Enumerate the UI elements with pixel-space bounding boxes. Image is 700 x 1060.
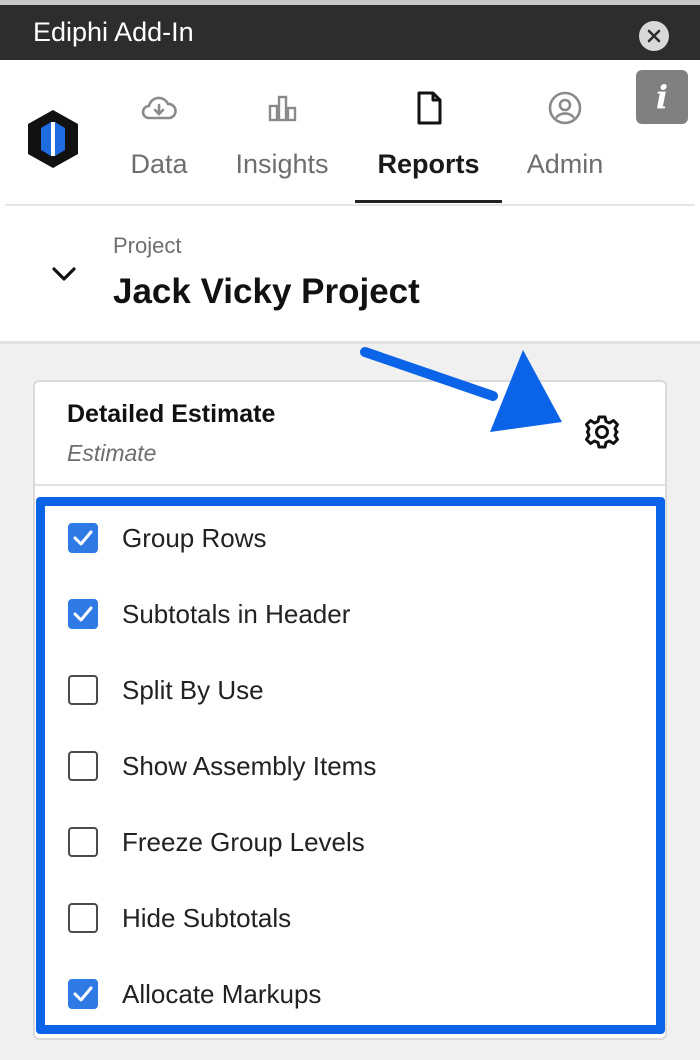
checkbox[interactable] xyxy=(68,599,98,629)
chevron-down-icon[interactable] xyxy=(50,264,78,284)
project-name: Jack Vicky Project xyxy=(113,272,420,311)
report-title: Detailed Estimate xyxy=(67,400,276,428)
option-show-assembly-items[interactable]: Show Assembly Items xyxy=(68,746,376,786)
tab-data-label: Data xyxy=(130,149,188,179)
tab-admin[interactable]: Admin xyxy=(522,88,608,180)
info-button[interactable]: i xyxy=(636,70,688,124)
tab-data[interactable]: Data xyxy=(126,88,192,180)
card-divider xyxy=(35,484,665,486)
tab-insights[interactable]: Insights xyxy=(230,88,334,180)
window-title: Ediphi Add-In xyxy=(33,17,194,47)
tab-reports-label: Reports xyxy=(377,149,480,179)
report-subtitle: Estimate xyxy=(67,440,157,466)
project-selector[interactable]: Project Jack Vicky Project xyxy=(0,206,700,344)
option-label: Split By Use xyxy=(122,674,264,705)
ediphi-logo xyxy=(28,110,78,168)
document-icon xyxy=(417,91,441,125)
checkmark-icon xyxy=(73,986,93,1002)
gear-icon[interactable] xyxy=(583,413,621,451)
annotation-arrow xyxy=(360,347,562,432)
cloud-download-icon xyxy=(141,96,177,120)
checkbox[interactable] xyxy=(68,523,98,553)
report-options-highlight: Group Rows Subtotals in Header Split By … xyxy=(36,497,665,1034)
close-button[interactable] xyxy=(639,21,669,51)
project-label: Project xyxy=(113,233,182,258)
option-label: Allocate Markups xyxy=(122,978,322,1009)
checkmark-icon xyxy=(73,606,93,622)
option-label: Group Rows xyxy=(122,522,267,553)
option-split-by-use[interactable]: Split By Use xyxy=(68,670,264,710)
option-label: Show Assembly Items xyxy=(122,750,377,781)
close-icon xyxy=(647,29,661,43)
report-card: Detailed Estimate Estimate Group Rows Su… xyxy=(33,380,667,1040)
option-subtotals-in-header[interactable]: Subtotals in Header xyxy=(68,594,350,634)
checkbox[interactable] xyxy=(68,751,98,781)
option-allocate-markups[interactable]: Allocate Markups xyxy=(68,974,321,1014)
checkbox[interactable] xyxy=(68,675,98,705)
checkmark-icon xyxy=(73,530,93,546)
option-freeze-group-levels[interactable]: Freeze Group Levels xyxy=(68,822,365,862)
option-label: Subtotals in Header xyxy=(122,598,351,629)
option-label: Freeze Group Levels xyxy=(122,826,365,857)
option-hide-subtotals[interactable]: Hide Subtotals xyxy=(68,898,291,938)
user-circle-icon xyxy=(548,91,582,125)
option-label: Hide Subtotals xyxy=(122,902,292,933)
active-tab-indicator xyxy=(355,200,502,203)
checkbox[interactable] xyxy=(68,827,98,857)
title-bar: Ediphi Add-In xyxy=(0,0,700,60)
checkbox[interactable] xyxy=(68,979,98,1009)
tab-admin-label: Admin xyxy=(526,149,604,179)
bar-chart-icon xyxy=(268,95,297,122)
main-nav: Data Insights Reports Admin i xyxy=(0,60,700,207)
tab-insights-label: Insights xyxy=(235,149,329,179)
option-group-rows[interactable]: Group Rows xyxy=(68,518,267,558)
checkbox[interactable] xyxy=(68,903,98,933)
tab-reports[interactable]: Reports xyxy=(355,88,502,203)
